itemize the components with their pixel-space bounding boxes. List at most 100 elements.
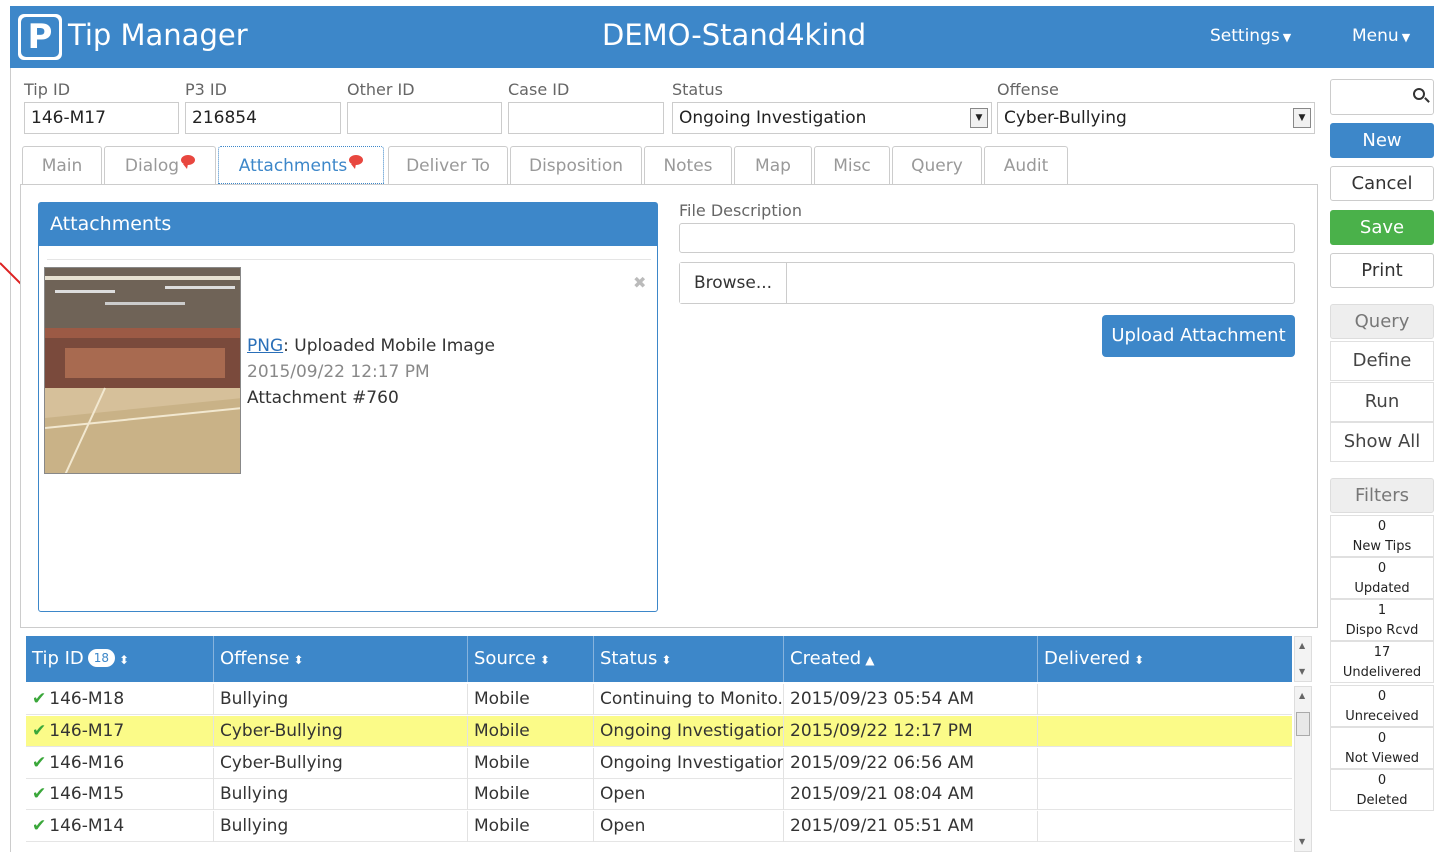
- table-row[interactable]: ✔ 146-M18 Bullying Mobile Continuing to M…: [26, 684, 1292, 715]
- search-input[interactable]: [1330, 79, 1434, 115]
- filter-new-tips[interactable]: 0 New Tips: [1330, 515, 1434, 557]
- tab-attachments[interactable]: Attachments: [218, 146, 384, 184]
- column-header-tip-id[interactable]: Tip ID 18 ⬍: [26, 636, 214, 682]
- column-header-created[interactable]: Created ▲: [784, 636, 1038, 682]
- p3-logo-icon[interactable]: P: [18, 14, 62, 60]
- check-icon: ✔: [32, 816, 47, 836]
- table-header: Tip ID 18 ⬍ Offense ⬍ Source ⬍ Status ⬍ Creat…: [26, 636, 1292, 682]
- other-id-field[interactable]: [347, 102, 502, 134]
- attachment-description: : Uploaded Mobile Image: [283, 336, 495, 356]
- caret-down-icon: ▼: [1401, 31, 1411, 44]
- new-button[interactable]: New: [1330, 123, 1434, 158]
- sort-icon: ⬍: [1134, 653, 1145, 667]
- filter-updated[interactable]: 0 Updated: [1330, 557, 1434, 599]
- app-header: P Tip Manager DEMO-Stand4kind Settings ▼ …: [10, 6, 1434, 68]
- attachment-type-link[interactable]: PNG: [247, 336, 283, 356]
- dropdown-arrow-icon[interactable]: ▼: [970, 108, 988, 128]
- save-button[interactable]: Save: [1330, 210, 1434, 245]
- tips-table: Tip ID 18 ⬍ Offense ⬍ Source ⬍ Status ⬍ Creat…: [26, 636, 1292, 852]
- p3-id-label: P3 ID: [185, 80, 227, 99]
- attachment-info: PNG: Uploaded Mobile Image 2015/09/22 12…: [247, 333, 495, 411]
- file-description-field[interactable]: [679, 223, 1295, 253]
- scrollbar-thumb[interactable]: [1296, 712, 1310, 736]
- sort-asc-icon: ▲: [865, 653, 875, 667]
- print-button[interactable]: Print: [1330, 253, 1434, 288]
- divider: [47, 259, 651, 260]
- site-title: DEMO-Stand4kind: [602, 18, 867, 52]
- table-row[interactable]: ✔ 146-M14 Bullying Mobile Open 2015/09/21…: [26, 811, 1292, 842]
- other-id-label: Other ID: [347, 80, 415, 99]
- tab-dialog[interactable]: Dialog: [104, 146, 216, 184]
- app-title: Tip Manager: [68, 18, 248, 52]
- query-header: Query: [1330, 304, 1434, 339]
- sort-icon: ⬍: [293, 653, 304, 667]
- column-header-source[interactable]: Source ⬍: [468, 636, 594, 682]
- offense-select[interactable]: Cyber-Bullying ▼: [997, 102, 1315, 134]
- column-header-delivered[interactable]: Delivered ⬍: [1038, 636, 1292, 682]
- tab-container: Main Dialog Attachments Deliver To Dispo…: [20, 146, 1318, 628]
- define-button[interactable]: Define: [1330, 341, 1434, 381]
- filter-undelivered[interactable]: 17 Undelivered: [1330, 641, 1434, 683]
- column-header-status[interactable]: Status ⬍: [594, 636, 784, 682]
- filter-dispo-rcvd[interactable]: 1 Dispo Rcvd: [1330, 599, 1434, 641]
- show-all-button[interactable]: Show All: [1330, 422, 1434, 462]
- tab-map[interactable]: Map: [734, 146, 812, 184]
- remove-attachment-icon[interactable]: ✖: [633, 273, 646, 292]
- tip-count-badge: 18: [87, 649, 116, 667]
- header-scrollbar[interactable]: ▲ ▼: [1294, 636, 1312, 682]
- speech-bubble-icon: [349, 155, 364, 169]
- dropdown-arrow-icon[interactable]: ▼: [1293, 108, 1311, 128]
- tab-deliver-to[interactable]: Deliver To: [388, 146, 508, 184]
- run-button[interactable]: Run: [1330, 382, 1434, 422]
- table-row[interactable]: ✔ 146-M15 Bullying Mobile Open 2015/09/21…: [26, 779, 1292, 810]
- attachments-panel-title: Attachments: [39, 203, 657, 246]
- status-select[interactable]: Ongoing Investigation ▼: [672, 102, 992, 134]
- tab-audit[interactable]: Audit: [984, 146, 1068, 184]
- scroll-down-icon[interactable]: ▼: [1299, 667, 1305, 676]
- filters-header: Filters: [1330, 478, 1434, 513]
- table-row-selected[interactable]: ✔ 146-M17 Cyber-Bullying Mobile Ongoing I…: [26, 716, 1292, 747]
- tab-misc[interactable]: Misc: [814, 146, 890, 184]
- check-icon: ✔: [32, 689, 47, 709]
- filter-not-viewed[interactable]: 0 Not Viewed: [1330, 727, 1434, 769]
- case-id-label: Case ID: [508, 80, 570, 99]
- sort-icon: ⬍: [119, 653, 130, 667]
- tab-query[interactable]: Query: [892, 146, 982, 184]
- scroll-up-icon[interactable]: ▲: [1299, 641, 1305, 650]
- check-icon: ✔: [32, 784, 47, 804]
- tip-id-field[interactable]: 146-M17: [24, 102, 179, 134]
- filter-deleted[interactable]: 0 Deleted: [1330, 769, 1434, 811]
- attachment-number: Attachment #760: [247, 388, 399, 408]
- search-icon[interactable]: [1413, 88, 1425, 100]
- case-id-field[interactable]: [508, 102, 664, 134]
- file-description-label: File Description: [679, 201, 802, 220]
- tip-id-label: Tip ID: [24, 80, 71, 99]
- tab-notes[interactable]: Notes: [644, 146, 732, 184]
- sort-icon: ⬍: [539, 653, 550, 667]
- attachment-timestamp: 2015/09/22 12:17 PM: [247, 362, 430, 382]
- sort-icon: ⬍: [661, 653, 672, 667]
- p3-id-field[interactable]: 216854: [185, 102, 341, 134]
- scroll-down-icon[interactable]: ▼: [1299, 837, 1305, 846]
- page-left-border: [10, 68, 11, 852]
- table-scrollbar[interactable]: ▲ ▼: [1294, 686, 1312, 852]
- tab-disposition[interactable]: Disposition: [510, 146, 642, 184]
- table-row[interactable]: ✔ 146-M16 Cyber-Bullying Mobile Ongoing I…: [26, 748, 1292, 779]
- speech-bubble-icon: [181, 155, 196, 169]
- caret-down-icon: ▼: [1282, 31, 1292, 44]
- offense-label: Offense: [997, 80, 1059, 99]
- column-header-offense[interactable]: Offense ⬍: [214, 636, 468, 682]
- main-menu[interactable]: Menu ▼: [1352, 26, 1410, 46]
- upload-attachment-button[interactable]: Upload Attachment: [1102, 315, 1295, 357]
- attachments-tab-panel: Attachments ✖ PNG: Uploaded Mobile Image…: [20, 184, 1318, 628]
- filter-unreceived[interactable]: 0 Unreceived: [1330, 685, 1434, 727]
- attachment-thumbnail[interactable]: [44, 267, 241, 474]
- settings-menu[interactable]: Settings ▼: [1210, 26, 1291, 46]
- status-label: Status: [672, 80, 723, 99]
- browse-button[interactable]: Browse...: [680, 263, 787, 303]
- check-icon: ✔: [32, 721, 47, 741]
- file-picker[interactable]: Browse...: [679, 262, 1295, 304]
- cancel-button[interactable]: Cancel: [1330, 166, 1434, 201]
- scroll-up-icon[interactable]: ▲: [1299, 691, 1305, 700]
- tab-main[interactable]: Main: [22, 146, 102, 184]
